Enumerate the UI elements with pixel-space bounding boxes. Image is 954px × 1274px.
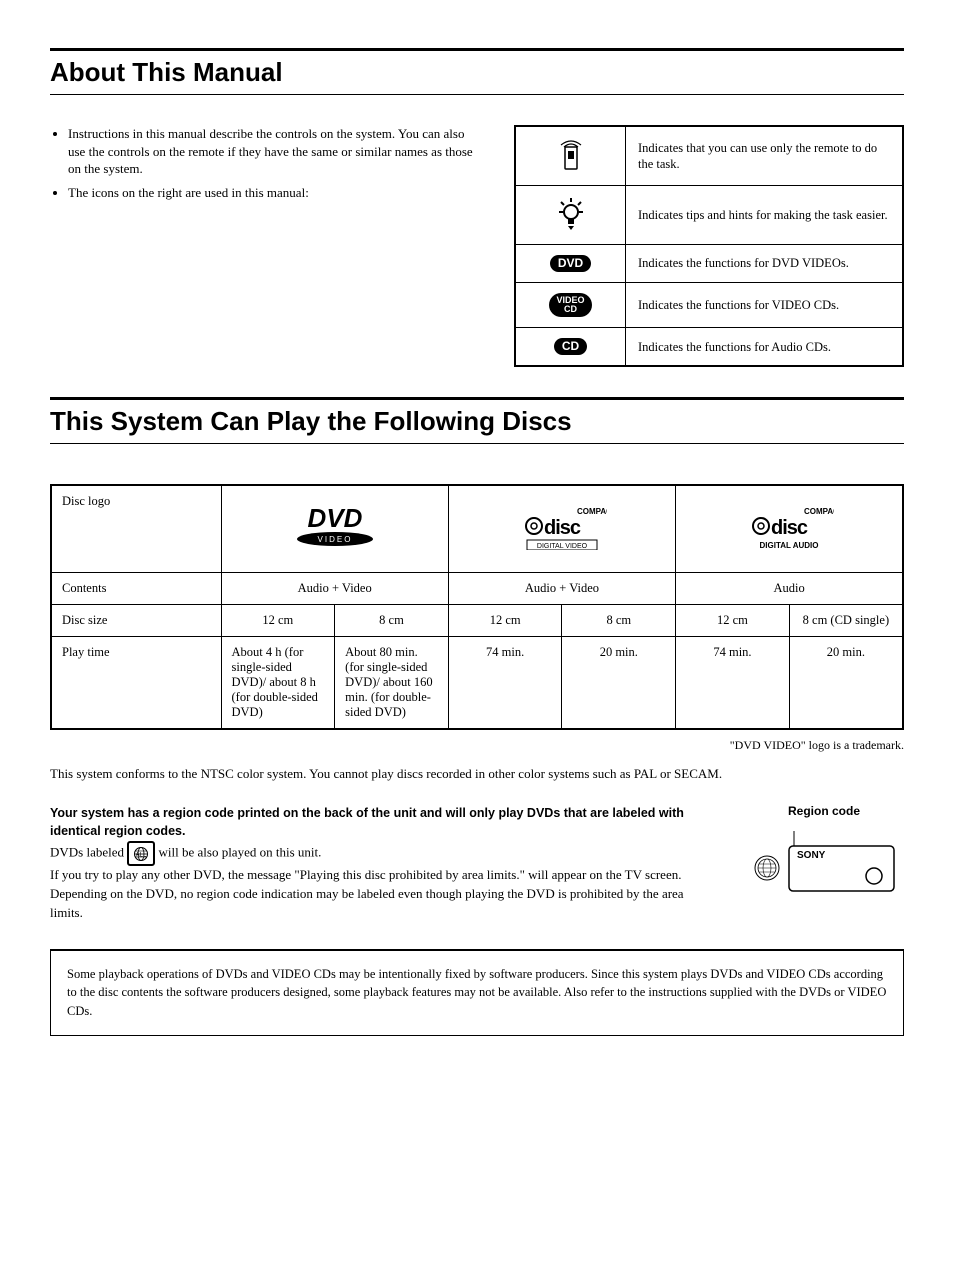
icon-desc: Indicates the functions for Audio CDs. <box>626 328 904 367</box>
rowhead-logo: Disc logo <box>51 485 221 573</box>
svg-text:COMPACT: COMPACT <box>577 507 607 516</box>
cell: 12 cm <box>221 605 335 637</box>
disc-compat-table: Disc logo DVD VIDEO COMPACT disc DIGITAL… <box>50 484 904 730</box>
compact-disc-video-logo: COMPACT disc DIGITAL VIDEO <box>448 485 675 573</box>
cell: 20 min. <box>789 637 903 730</box>
region-code-figure: Region code SONY <box>744 804 904 923</box>
trademark-note: "DVD VIDEO" logo is a trademark. <box>50 738 904 753</box>
cd-pill-icon: CD <box>515 328 626 367</box>
cell: 8 cm <box>562 605 676 637</box>
section-title-discs: This System Can Play the Following Discs <box>50 406 904 437</box>
icon-desc: Indicates that you can use only the remo… <box>626 126 904 186</box>
svg-text:disc: disc <box>771 517 808 539</box>
svg-text:disc: disc <box>544 517 581 539</box>
rowhead-size: Disc size <box>51 605 221 637</box>
svg-text:DIGITAL AUDIO: DIGITAL AUDIO <box>760 541 819 550</box>
cell: Audio + Video <box>221 573 448 605</box>
dvd-video-logo: DVD VIDEO <box>221 485 448 573</box>
cell: 20 min. <box>562 637 676 730</box>
region-text: Your system has a region code printed on… <box>50 804 714 923</box>
icon-desc: Indicates the functions for DVD VIDEOs. <box>626 245 904 283</box>
cell: Audio + Video <box>448 573 675 605</box>
about-bullets: Instructions in this manual describe the… <box>50 125 474 367</box>
tip-icon <box>515 186 626 245</box>
cell: Audio <box>676 573 903 605</box>
bullet-item: Instructions in this manual describe the… <box>68 125 474 178</box>
region-all-icon: ALL <box>127 841 155 866</box>
cell: About 4 h (for single-sided DVD)/ about … <box>221 637 335 730</box>
vcd-pill-icon: VIDEO CD <box>515 283 626 328</box>
dvd-pill-icon: DVD <box>515 245 626 283</box>
svg-text:VIDEO: VIDEO <box>317 535 352 544</box>
icon-legend-table: Indicates that you can use only the remo… <box>514 125 904 367</box>
rowhead-playtime: Play time <box>51 637 221 730</box>
svg-text:ALL: ALL <box>136 853 147 859</box>
playback-note-box: Some playback operations of DVDs and VID… <box>50 949 904 1036</box>
ntsc-note: This system conforms to the NTSC color s… <box>50 765 904 783</box>
cell: 12 cm <box>448 605 562 637</box>
bullet-item: The icons on the right are used in this … <box>68 184 474 202</box>
cell: 74 min. <box>676 637 790 730</box>
cell: About 80 min. (for single-sided DVD)/ ab… <box>335 637 449 730</box>
section-title-about: About This Manual <box>50 57 904 88</box>
compact-disc-audio-logo: COMPACT disc DIGITAL AUDIO <box>676 485 903 573</box>
cell: 12 cm <box>676 605 790 637</box>
cell: 8 cm <box>335 605 449 637</box>
svg-text:DVD: DVD <box>307 505 362 533</box>
icon-desc: Indicates tips and hints for making the … <box>626 186 904 245</box>
rowhead-contents: Contents <box>51 573 221 605</box>
svg-text:COMPACT: COMPACT <box>804 507 834 516</box>
cell: 8 cm (CD single) <box>789 605 903 637</box>
svg-text:DIGITAL VIDEO: DIGITAL VIDEO <box>537 543 588 550</box>
remote-icon <box>515 126 626 186</box>
brand-text: SONY <box>797 850 826 861</box>
cell: 74 min. <box>448 637 562 730</box>
icon-desc: Indicates the functions for VIDEO CDs. <box>626 283 904 328</box>
